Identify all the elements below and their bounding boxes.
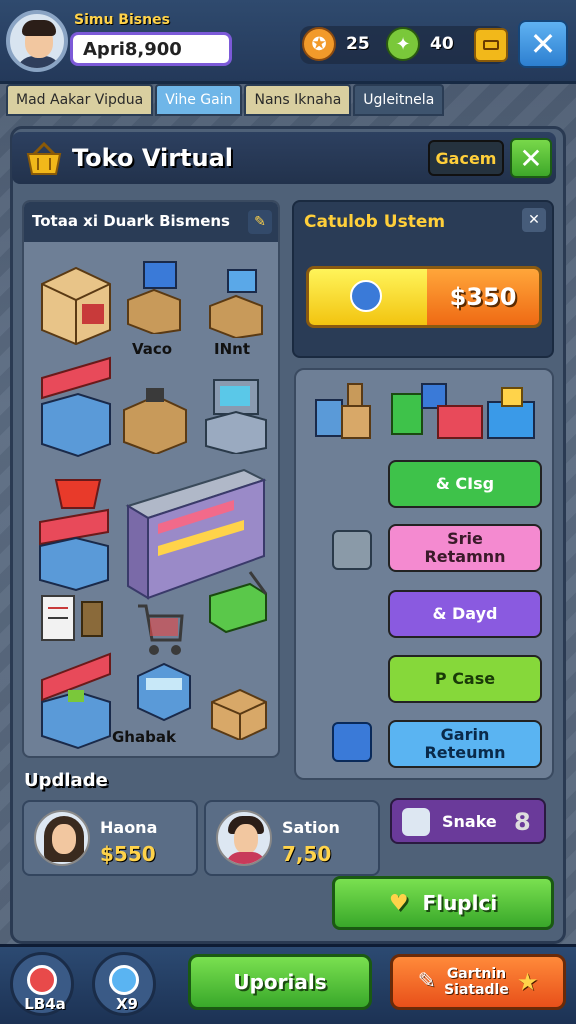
- upgrades-button[interactable]: Uporials: [188, 954, 372, 1010]
- coin-badge-icon: [350, 280, 382, 312]
- gold-coin-icon: ✪: [302, 27, 336, 61]
- trash-bin-item[interactable]: [78, 594, 106, 638]
- garden-button-label: Gartnin Siatadle: [444, 966, 509, 998]
- compass-icon: [109, 965, 139, 995]
- heart-icon: ♥: [388, 890, 409, 916]
- close-icon[interactable]: ✕: [522, 208, 546, 232]
- snake-card[interactable]: Snake 8: [390, 798, 546, 844]
- bottom-left-button-1[interactable]: LB4a: [10, 952, 74, 1016]
- garden-button[interactable]: ✎ Gartnin Siatadle ★: [390, 954, 566, 1010]
- yellow-box-icon[interactable]: [474, 28, 508, 62]
- employee-avatar: [216, 810, 272, 866]
- basket-stand-item[interactable]: [36, 466, 116, 592]
- employee-card-1[interactable]: Haona $550: [22, 800, 198, 876]
- speaker-box-icon: [332, 722, 372, 762]
- item-label-innt: INnt: [214, 340, 250, 358]
- bottom-left-label-1: LB4a: [24, 995, 66, 1013]
- action-button-3[interactable]: & Dayd: [388, 590, 542, 638]
- target-icon: [27, 965, 57, 995]
- price-value: $350: [427, 269, 539, 325]
- close-button[interactable]: ✕: [518, 20, 568, 68]
- snake-name: Snake: [442, 812, 497, 831]
- price-bar[interactable]: $350: [306, 266, 542, 328]
- market-stall-item[interactable]: [38, 348, 114, 458]
- cardboard-box-item[interactable]: [208, 682, 268, 740]
- tab-bar: Mad Aakar Vipdua Vihe Gain Nans Iknaha U…: [6, 84, 446, 116]
- catalog-system-title: Catulob Ustem: [304, 212, 446, 232]
- employee-name: Haona: [100, 818, 158, 837]
- action-button-5[interactable]: Garin Reteumn: [388, 720, 542, 768]
- item-label-ghabak: Ghabak: [112, 728, 176, 746]
- computer-desk-item[interactable]: [126, 260, 182, 334]
- gold-value: 25: [346, 34, 370, 54]
- work-desk-item[interactable]: [122, 384, 188, 454]
- star-icon: ★: [516, 968, 539, 996]
- paint-icon: ✎: [417, 969, 437, 994]
- employee-card-2[interactable]: Sation 7,50: [204, 800, 380, 876]
- boxes-stack-item: [315, 383, 371, 439]
- tab-3[interactable]: Nans Iknaha: [244, 84, 352, 116]
- tab-2[interactable]: Vihe Gain: [155, 84, 243, 116]
- bottom-left-button-2[interactable]: X9: [92, 952, 156, 1016]
- action-button-4[interactable]: P Case: [388, 655, 542, 703]
- resource-gem: ✦ 40: [386, 26, 454, 62]
- tab-1[interactable]: Mad Aakar Vipdua: [6, 84, 154, 116]
- top-bar: Simu Bisnes Apri8,900 ✪ 25 ✦ 40 ✕: [0, 0, 576, 84]
- green-gem-icon: ✦: [386, 27, 420, 61]
- green-cart-item[interactable]: [206, 566, 270, 638]
- edit-icon[interactable]: ✎: [248, 210, 272, 234]
- player-name: Simu Bisnes: [74, 12, 170, 28]
- resource-gold: ✪ 25: [302, 26, 370, 62]
- employee-salary: 7,50: [282, 842, 332, 866]
- employee-avatar: [34, 810, 90, 866]
- bottom-left-label-2: X9: [115, 995, 138, 1013]
- player-avatar[interactable]: [6, 10, 68, 72]
- catalog-title: Totaa xi Duark Bismens: [32, 212, 230, 230]
- plug-button-label: Fluplci: [422, 891, 498, 915]
- freezer-item[interactable]: [134, 656, 192, 722]
- snake-count: 8: [514, 808, 531, 836]
- stall-counter-item[interactable]: [38, 640, 118, 750]
- confirm-button[interactable]: ✕: [510, 138, 552, 178]
- employee-salary: $550: [100, 842, 156, 866]
- shopping-cart-item[interactable]: [134, 596, 186, 660]
- shop-basket-icon: [26, 141, 62, 175]
- gem-value: 40: [430, 34, 454, 54]
- player-money: Apri8,900: [70, 32, 232, 66]
- atm-item[interactable]: [204, 376, 268, 454]
- plug-button[interactable]: ♥ Fluplci: [332, 876, 554, 930]
- snake-avatar: [402, 808, 430, 836]
- item-label-vaco: Vaco: [132, 340, 173, 358]
- kiosk-item[interactable]: [36, 254, 116, 346]
- update-heading: Updlade: [24, 770, 108, 791]
- page-title: Toko Virtual: [72, 144, 234, 172]
- tab-4[interactable]: Ugleitnela: [353, 84, 445, 116]
- safe-icon: [332, 530, 372, 570]
- action-button-1[interactable]: & CIsg: [388, 460, 542, 508]
- gacem-button[interactable]: Gacem: [428, 140, 504, 176]
- colorful-goods-item: [391, 383, 535, 439]
- register-desk-item[interactable]: [208, 266, 264, 338]
- action-button-2[interactable]: Srie Retamnn: [388, 524, 542, 572]
- employee-name: Sation: [282, 818, 340, 837]
